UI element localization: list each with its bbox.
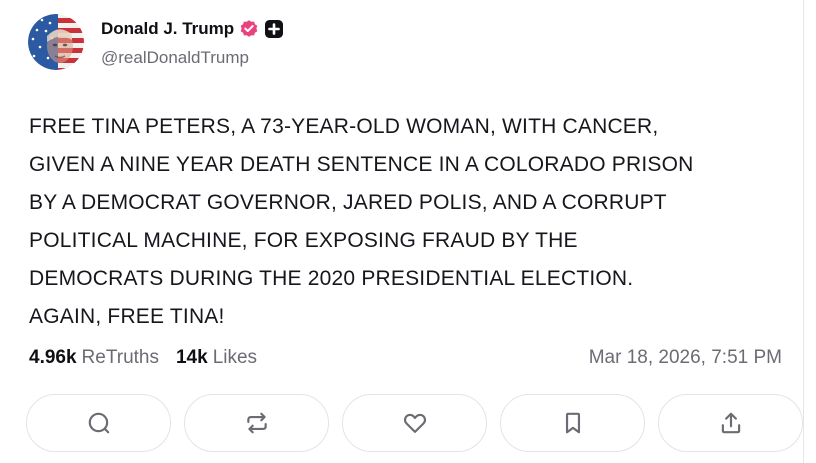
post-timestamp[interactable]: Mar 18, 2026, 7:51 PM	[589, 345, 782, 371]
likes-label[interactable]: Likes	[213, 347, 257, 369]
retruths-label[interactable]: ReTruths	[82, 347, 159, 369]
post-stats: 4.96k ReTruths 14k Likes	[29, 345, 257, 371]
author-name-row: Donald J. Trump	[101, 17, 284, 41]
like-button[interactable]	[342, 394, 487, 452]
retruth-button[interactable]	[184, 394, 329, 452]
share-button[interactable]	[658, 394, 803, 452]
author-handle[interactable]: @realDonaldTrump	[101, 48, 249, 68]
author-display-name[interactable]: Donald J. Trump	[101, 19, 234, 39]
truth-post-card: Donald J. Trump @realDonaldTrump FREE TI…	[0, 0, 816, 463]
comment-icon	[88, 412, 109, 434]
heart-icon	[403, 413, 426, 433]
share-icon	[721, 412, 740, 434]
action-bar	[26, 394, 803, 452]
post-text: FREE TINA PETERS, A 73-YEAR-OLD WOMAN, W…	[29, 115, 694, 328]
bookmark-icon	[565, 412, 580, 434]
avatar[interactable]	[28, 14, 84, 70]
reply-button[interactable]	[26, 394, 171, 452]
truth-plus-icon	[264, 19, 284, 39]
likes-count[interactable]: 14k	[176, 347, 208, 369]
retruths-count[interactable]: 4.96k	[29, 347, 77, 369]
bookmark-button[interactable]	[500, 394, 645, 452]
card-divider	[803, 0, 804, 463]
repost-icon	[246, 412, 267, 434]
avatar-image	[28, 14, 84, 70]
verified-check-icon	[239, 19, 259, 39]
